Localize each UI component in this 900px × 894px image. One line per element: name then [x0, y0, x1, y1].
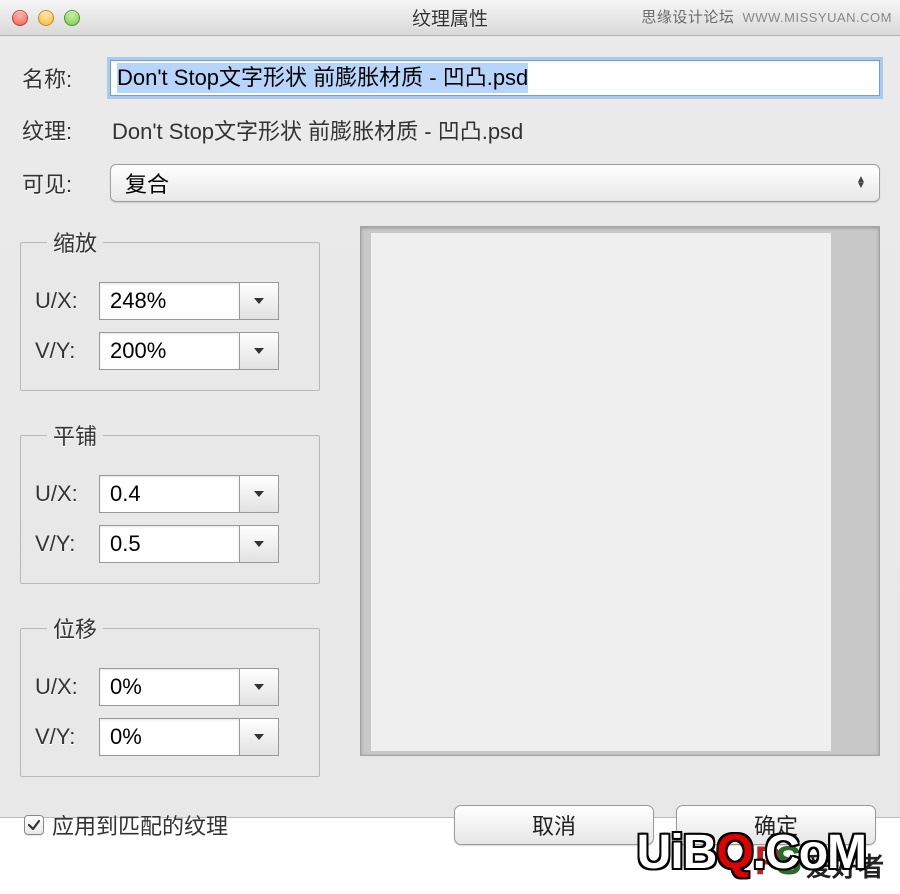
dialog-texture-properties: 纹理属性 思缘设计论坛 WWW.MISSYUAN.COM 名称: Don't S…: [0, 0, 900, 818]
apply-to-matched-label: 应用到匹配的纹理: [52, 809, 228, 841]
body-row: 缩放 U/X: 248% V/Y: 200%: [20, 226, 880, 777]
group-tile-title: 平铺: [47, 419, 103, 451]
texture-value: Don't Stop文字形状 前膨胀材质 - 凹凸.psd: [110, 110, 880, 150]
zoom-button[interactable]: [64, 10, 80, 26]
label-texture: 纹理:: [20, 114, 110, 146]
label-name: 名称:: [20, 62, 110, 94]
name-input-value: Don't Stop文字形状 前膨胀材质 - 凹凸.psd: [117, 63, 528, 93]
row-name: 名称: Don't Stop文字形状 前膨胀材质 - 凹凸.psd: [20, 60, 880, 96]
texture-preview: [360, 226, 880, 756]
row-visible: 可见: 复合 ▲▼: [20, 164, 880, 202]
checkbox-box: [24, 815, 44, 835]
offset-vy-label: V/Y:: [35, 724, 99, 750]
checkmark-icon: [27, 818, 41, 832]
visible-select[interactable]: 复合 ▲▼: [110, 164, 880, 202]
select-arrows-icon: ▲▼: [853, 177, 869, 189]
tile-ux-row: U/X: 0.4: [35, 475, 305, 513]
offset-ux-row: U/X: 0%: [35, 668, 305, 706]
scale-vy-stepper[interactable]: [239, 332, 279, 370]
scale-ux-label: U/X:: [35, 288, 99, 314]
chevron-down-icon: [254, 541, 264, 547]
chevron-down-icon: [254, 491, 264, 497]
tile-vy-input[interactable]: 0.5: [99, 525, 239, 563]
row-texture: 纹理: Don't Stop文字形状 前膨胀材质 - 凹凸.psd: [20, 110, 880, 150]
group-scale-title: 缩放: [47, 226, 103, 258]
offset-vy-input[interactable]: 0%: [99, 718, 239, 756]
tile-ux-input[interactable]: 0.4: [99, 475, 239, 513]
tile-ux-stepper[interactable]: [239, 475, 279, 513]
texture-preview-inner: [371, 233, 831, 751]
chevron-down-icon: [254, 348, 264, 354]
tile-vy-row: V/Y: 0.5: [35, 525, 305, 563]
visible-select-value: 复合: [125, 167, 169, 199]
apply-to-matched-checkbox[interactable]: 应用到匹配的纹理: [24, 809, 228, 841]
cancel-button[interactable]: 取消: [454, 805, 654, 845]
parameter-groups: 缩放 U/X: 248% V/Y: 200%: [20, 226, 320, 777]
dialog-content: 名称: Don't Stop文字形状 前膨胀材质 - 凹凸.psd 纹理: Do…: [0, 36, 900, 845]
group-scale: 缩放 U/X: 248% V/Y: 200%: [20, 226, 320, 391]
close-button[interactable]: [12, 10, 28, 26]
offset-ux-label: U/X:: [35, 674, 99, 700]
offset-vy-stepper[interactable]: [239, 718, 279, 756]
watermark-top: 思缘设计论坛 WWW.MISSYUAN.COM: [641, 6, 892, 27]
group-offset-title: 位移: [47, 612, 103, 644]
scale-vy-input[interactable]: 200%: [99, 332, 239, 370]
tile-ux-label: U/X:: [35, 481, 99, 507]
offset-ux-stepper[interactable]: [239, 668, 279, 706]
scale-vy-row: V/Y: 200%: [35, 332, 305, 370]
titlebar: 纹理属性 思缘设计论坛 WWW.MISSYUAN.COM: [0, 0, 900, 36]
minimize-button[interactable]: [38, 10, 54, 26]
chevron-down-icon: [254, 298, 264, 304]
scale-ux-input[interactable]: 248%: [99, 282, 239, 320]
offset-vy-row: V/Y: 0%: [35, 718, 305, 756]
tile-vy-label: V/Y:: [35, 531, 99, 557]
watermark-bottom-uibq: UiBQ.CoM: [637, 825, 866, 880]
scale-vy-label: V/Y:: [35, 338, 99, 364]
scale-ux-row: U/X: 248%: [35, 282, 305, 320]
window-controls: [12, 10, 80, 26]
chevron-down-icon: [254, 734, 264, 740]
chevron-down-icon: [254, 684, 264, 690]
tile-vy-stepper[interactable]: [239, 525, 279, 563]
group-tile: 平铺 U/X: 0.4 V/Y: 0.5: [20, 419, 320, 584]
name-input[interactable]: Don't Stop文字形状 前膨胀材质 - 凹凸.psd: [110, 60, 880, 96]
offset-ux-input[interactable]: 0%: [99, 668, 239, 706]
group-offset: 位移 U/X: 0% V/Y: 0%: [20, 612, 320, 777]
scale-ux-stepper[interactable]: [239, 282, 279, 320]
label-visible: 可见:: [20, 167, 110, 199]
